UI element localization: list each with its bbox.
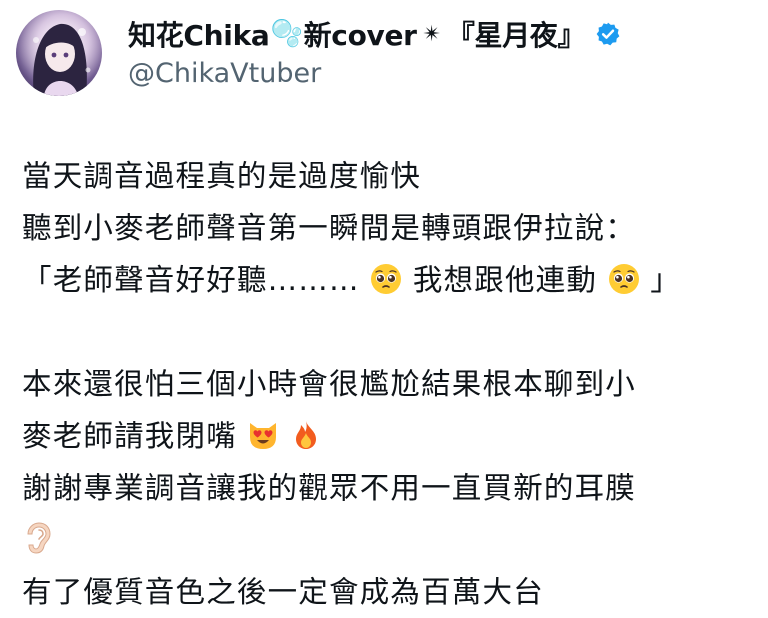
tweet-line-text: 「老師聲音好好聽……… (22, 263, 360, 297)
tweet-line: 本來還很怕三個小時會很尷尬結果根本聊到小 (22, 367, 637, 401)
verified-badge-icon (595, 21, 621, 47)
user-handle[interactable]: @ChikaVtuber (128, 58, 321, 89)
tweet-line (22, 514, 752, 566)
display-name-middle: 新cover (303, 19, 417, 52)
tweet-line: 聽到小麥老師聲音第一瞬間是轉頭跟伊拉說： (22, 211, 637, 245)
heart-eyes-cat-icon (247, 415, 279, 467)
tweet-line: 「老師聲音好好聽……… 我想跟他連動 」 (22, 254, 752, 306)
display-name-prefix: 知花Chika (128, 19, 270, 52)
fire-icon (290, 415, 322, 467)
tweet-line: 有了優質音色之後一定會成為百萬大台 (22, 575, 544, 609)
star-icon: ✴ (422, 21, 441, 47)
ear-icon (22, 519, 54, 571)
display-name-suffix: 『星月夜』 (446, 19, 586, 52)
tweet-text: 當天調音過程真的是過度愉快 聽到小麥老師聲音第一瞬間是轉頭跟伊拉說： 「老師聲音… (22, 150, 752, 618)
pleading-face-icon (370, 259, 402, 311)
pleading-face-icon (608, 259, 640, 311)
tweet-line-text: 麥老師請我閉嘴 (22, 419, 237, 453)
tweet-line: 當天調音過程真的是過度愉快 (22, 159, 422, 193)
avatar[interactable] (16, 10, 102, 96)
bubbles-icon: 🫧 (270, 19, 303, 49)
tweet-line-text: 」 (650, 263, 681, 297)
tweet-line: 麥老師請我閉嘴 (22, 410, 752, 462)
tweet-line-text: 我想跟他連動 (412, 263, 598, 297)
tweet-header: 知花Chika 🫧 新cover ✴ 『星月夜』 @ChikaVtuber (0, 0, 768, 110)
display-name[interactable]: 知花Chika 🫧 新cover ✴ 『星月夜』 (128, 14, 621, 54)
tweet-line: 謝謝專業調音讓我的觀眾不用一直買新的耳膜 (22, 471, 637, 505)
